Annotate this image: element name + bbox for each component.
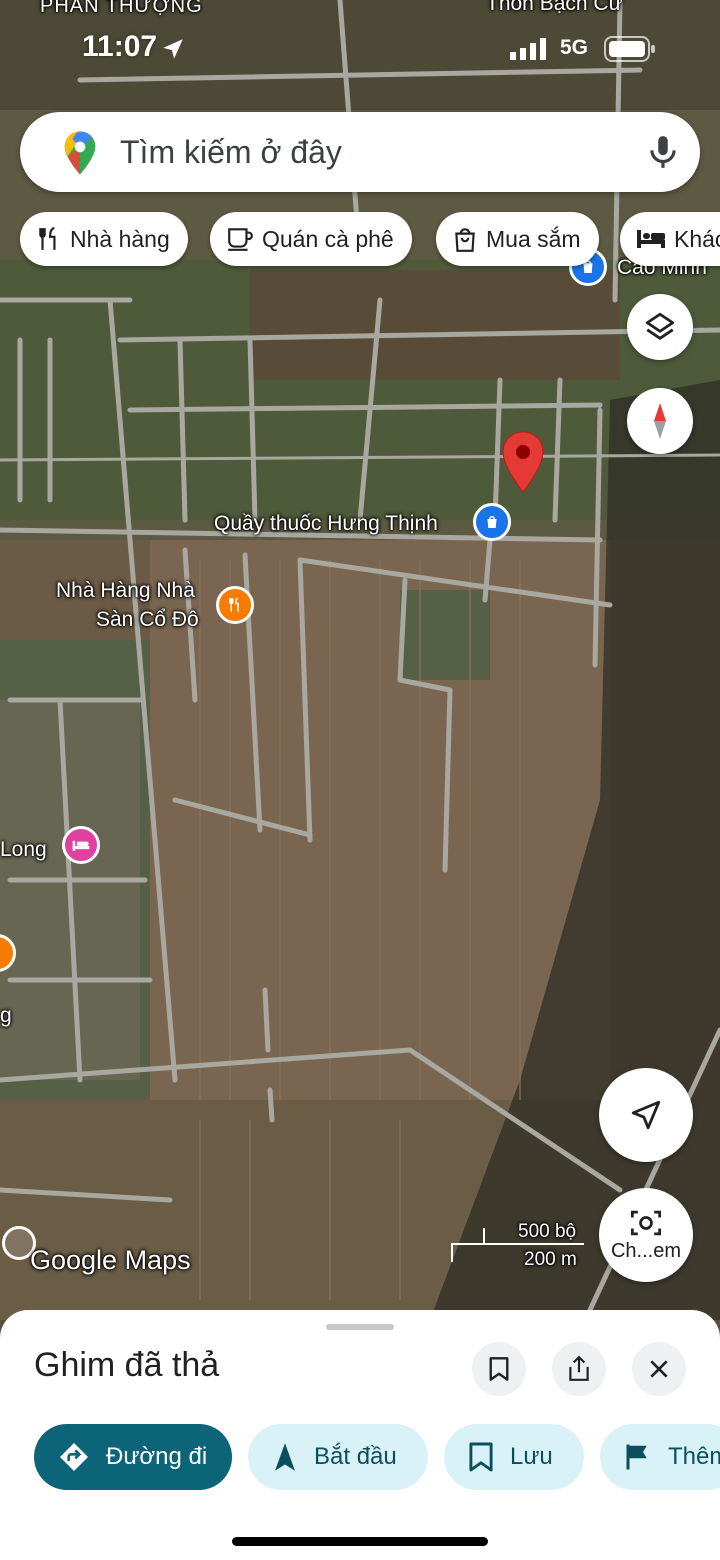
- navigation-arrow-icon: [631, 1100, 661, 1130]
- directions-label: Đường đi: [106, 1443, 208, 1470]
- street-view-button[interactable]: Ch...em: [599, 1188, 693, 1282]
- coffee-cup-icon: [228, 228, 253, 251]
- close-button[interactable]: [632, 1342, 686, 1396]
- sheet-drag-handle[interactable]: [326, 1324, 394, 1330]
- compass-icon: [654, 403, 666, 439]
- battery-icon: [604, 36, 655, 62]
- label-restaurant-line1[interactable]: Nhà Hàng Nhà: [56, 579, 195, 603]
- compass-button[interactable]: [627, 388, 693, 454]
- start-button[interactable]: Bắt đầu: [248, 1424, 428, 1490]
- chip-label: Nhà hàng: [70, 225, 170, 252]
- scale-imperial: 500 bộ: [518, 1221, 577, 1242]
- close-icon: [650, 1360, 668, 1378]
- share-icon: [569, 1355, 589, 1381]
- shopping-bag-icon: [455, 228, 475, 252]
- label-left-edge: g: [0, 1004, 12, 1027]
- label-hotel[interactable]: Long: [0, 838, 47, 862]
- location-arrow-icon: [163, 39, 183, 59]
- restaurant-poi[interactable]: [216, 586, 254, 624]
- google-maps-attribution: Google Maps: [30, 1245, 191, 1275]
- sheet-title: Ghim đã thả: [34, 1346, 220, 1384]
- chip-label: Khác: [674, 225, 720, 252]
- fork-knife-icon: [229, 597, 239, 612]
- google-maps-logo-icon: [64, 131, 96, 175]
- label-restaurant-line2[interactable]: Sàn Cổ Đô: [96, 608, 199, 632]
- network-type: 5G: [560, 36, 589, 59]
- chip-cafes[interactable]: Quán cà phê: [210, 212, 412, 266]
- chip-shopping[interactable]: Mua sắm: [436, 212, 599, 266]
- pharmacy-poi[interactable]: [473, 503, 511, 541]
- bookmark-button[interactable]: [472, 1342, 526, 1396]
- bed-icon: [637, 230, 665, 248]
- bookmark-icon: [489, 1357, 509, 1381]
- save-button[interactable]: Lưu: [444, 1424, 584, 1490]
- flag-icon: [626, 1444, 647, 1470]
- status-time: 11:07: [82, 30, 158, 63]
- layers-icon: [645, 312, 675, 340]
- start-label: Bắt đầu: [314, 1443, 397, 1470]
- chip-restaurants[interactable]: Nhà hàng: [20, 212, 188, 266]
- directions-button[interactable]: Đường đi: [34, 1424, 232, 1490]
- share-button[interactable]: [552, 1342, 606, 1396]
- hotel-poi[interactable]: [62, 826, 100, 864]
- more-label: Thêm: [668, 1443, 720, 1470]
- dropped-pin-icon[interactable]: [500, 430, 546, 496]
- chip-label: Quán cà phê: [262, 225, 394, 252]
- bed-icon: [72, 840, 90, 851]
- camera-scan-icon: [631, 1210, 661, 1235]
- search-placeholder[interactable]: Tìm kiếm ở đây: [120, 134, 342, 171]
- navigation-icon: [275, 1443, 295, 1471]
- bookmark-icon: [469, 1442, 493, 1472]
- layers-button[interactable]: [627, 294, 693, 360]
- search-bar[interactable]: Tìm kiếm ở đây: [20, 112, 700, 192]
- status-bar: 11:07 5G: [0, 0, 720, 100]
- scale-metric: 200 m: [524, 1249, 577, 1270]
- map-scale: 500 bộ 200 m: [450, 1220, 586, 1270]
- save-label: Lưu: [510, 1443, 553, 1470]
- chip-hotels[interactable]: Khác: [620, 212, 720, 266]
- street-view-label: Ch...em: [610, 1239, 682, 1262]
- my-location-button[interactable]: [599, 1068, 693, 1162]
- bottom-sheet: Ghim đã thả Đường đi Bắt đầu Lưu Thêm: [0, 1310, 720, 1560]
- directions-icon: [60, 1443, 88, 1471]
- label-pharmacy[interactable]: Quầy thuốc Hưng Thịnh: [214, 512, 438, 536]
- fork-knife-icon: [39, 227, 56, 250]
- signal-icon: [510, 38, 546, 60]
- home-indicator[interactable]: [232, 1537, 488, 1546]
- more-button[interactable]: Thêm: [600, 1424, 720, 1490]
- microphone-icon[interactable]: [644, 132, 682, 172]
- shopping-bag-icon: [487, 516, 497, 528]
- chip-label: Mua sắm: [486, 225, 581, 252]
